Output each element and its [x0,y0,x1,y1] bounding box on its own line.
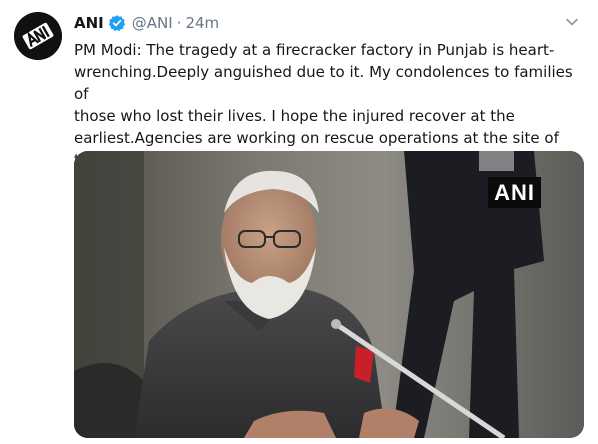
author-handle[interactable]: @ANI [132,14,173,32]
chevron-down-icon[interactable] [564,14,580,30]
author-name[interactable]: ANI [74,14,104,32]
header-separator: · [176,14,182,32]
avatar[interactable] [14,12,62,60]
ani-logo-icon [14,12,62,60]
ani-watermark: ANI [488,177,541,208]
verified-badge-icon [108,15,125,32]
tweet-timestamp[interactable]: 24m [185,14,219,32]
tweet-header: ANI @ANI · 24m [74,13,219,33]
tweet-card[interactable]: ANI @ANI · 24m PM Modi: The tragedy at a… [0,0,598,444]
tweet-media-photo[interactable]: ANI [74,151,584,438]
